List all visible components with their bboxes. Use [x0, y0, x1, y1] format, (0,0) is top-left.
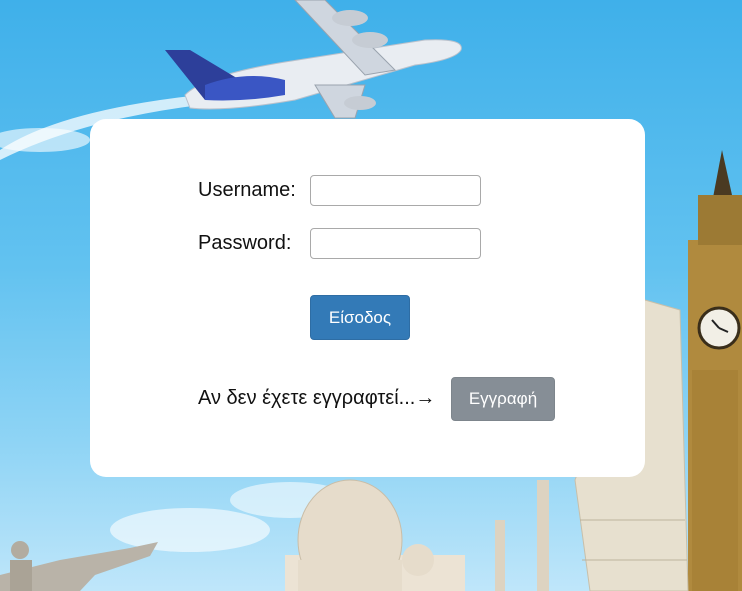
- airplane-image: [165, 0, 462, 119]
- taj-mahal-image: [285, 479, 549, 591]
- login-button[interactable]: Είσοδος: [310, 295, 410, 340]
- username-input[interactable]: [310, 175, 481, 206]
- password-input[interactable]: [310, 228, 481, 259]
- password-label: Password:: [198, 232, 292, 254]
- christ-redeemer-statue-image: [0, 541, 158, 591]
- big-ben-tower-image: [688, 150, 742, 591]
- username-label: Username:: [198, 179, 296, 201]
- register-prompt-text: Αν δεν έχετε εγγραφτεί...→: [198, 387, 436, 409]
- login-card: Username: Password: Είσοδος Αν δεν έχετε…: [90, 119, 645, 477]
- cloud: [110, 508, 270, 552]
- register-button[interactable]: Εγγραφή: [451, 377, 555, 421]
